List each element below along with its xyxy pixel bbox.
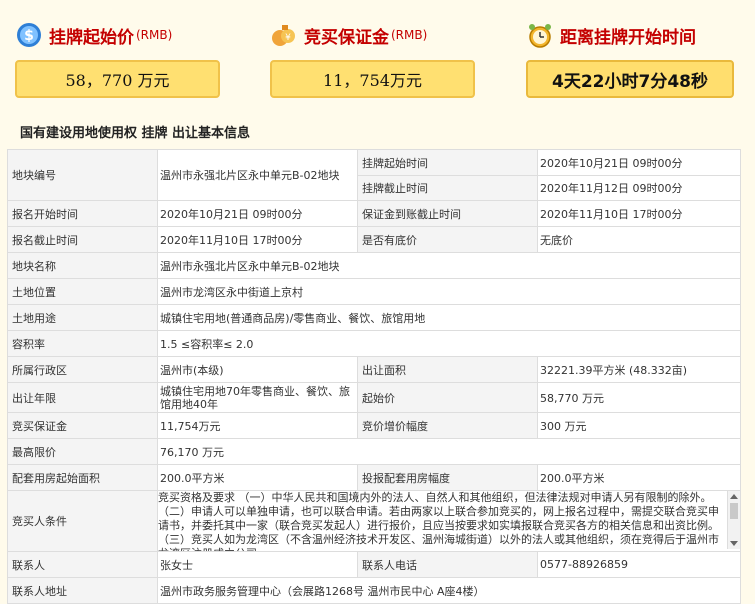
district-label: 所属行政区 — [7, 356, 158, 383]
table-row: 报名开始时间 2020年10月21日 09时00分 保证金到账截止时间 2020… — [7, 200, 741, 227]
max-price-label: 最高限价 — [7, 438, 158, 465]
signup-start-label: 报名开始时间 — [7, 200, 158, 227]
parcel-name-label: 地块名称 — [7, 252, 158, 279]
signup-start-value: 2020年10月21日 09时00分 — [157, 200, 358, 227]
table-row: 出让年限 城镇住宅用地70年零售商业、餐饮、旅馆用地40年 起始价 58,770… — [7, 382, 741, 413]
start-price-title: $ 挂牌起始价 (RMB) — [15, 20, 172, 50]
district-value: 温州市(本级) — [157, 356, 358, 383]
housing-area-label: 配套用房起始面积 — [7, 464, 158, 491]
table-row: 所属行政区 温州市(本级) 出让面积 32221.39平方米 (48.332亩) — [7, 356, 741, 383]
term-label: 出让年限 — [7, 382, 158, 413]
countdown-title: 距离挂牌开始时间 — [526, 20, 696, 50]
countdown-value: 4天22小时7分48秒 — [552, 71, 708, 92]
deposit-label: 竞买保证金 — [304, 27, 389, 48]
table-row: 最高限价 76,170 万元 — [7, 438, 741, 465]
signup-end-label: 报名截止时间 — [7, 226, 158, 253]
reserve-price-value: 无底价 — [537, 226, 741, 253]
bidder-conditions-text: 竞买资格及要求 （一）中华人民共和国境内外的法人、自然人和其他组织，但法律法规对… — [158, 491, 719, 551]
table-row: 竞买保证金 11,754万元 竞价增价幅度 300 万元 — [7, 412, 741, 439]
deposit-panel: ¥ 竞买保证金 (RMB) 11，754万元 — [270, 0, 475, 112]
location-label: 土地位置 — [7, 278, 158, 305]
countdown-panel: 距离挂牌开始时间 4天22小时7分48秒 — [526, 0, 734, 112]
bid-deposit-label: 竞买保证金 — [7, 412, 158, 439]
bidder-conditions-cell: 竞买资格及要求 （一）中华人民共和国境内外的法人、自然人和其他组织，但法律法规对… — [157, 490, 741, 552]
plot-ratio-value: 1.5 ≤容积率≤ 2.0 — [157, 330, 741, 357]
land-use-label: 土地用途 — [7, 304, 158, 331]
signup-end-value: 2020年11月10日 17时00分 — [157, 226, 358, 253]
alarm-clock-icon — [526, 21, 554, 49]
deposit-value-box: 11，754万元 — [270, 60, 475, 98]
countdown-label: 距离挂牌开始时间 — [560, 27, 696, 48]
parcel-id-label: 地块编号 — [7, 149, 158, 201]
contact-value: 张女士 — [157, 551, 358, 578]
table-row: 地块编号 温州市永强北片区永中单元B-02地块 挂牌起始时间 2020年10月2… — [7, 149, 741, 201]
deposit-value: 11，754万元 — [323, 71, 422, 90]
deposit-deadline-label: 保证金到账截止时间 — [357, 200, 538, 227]
start-price-label: 挂牌起始价 — [49, 27, 134, 48]
bid-increment-value: 300 万元 — [537, 412, 741, 439]
housing-area-value: 200.0平方米 — [157, 464, 358, 491]
start-price-unit: (RMB) — [136, 28, 173, 42]
deposit-title: ¥ 竞买保证金 (RMB) — [270, 20, 427, 50]
term-value: 城镇住宅用地70年零售商业、餐饮、旅馆用地40年 — [157, 382, 358, 413]
deposit-deadline-value: 2020年11月10日 17时00分 — [537, 200, 741, 227]
listing-start-label: 挂牌起始时间 — [357, 149, 538, 176]
area-label: 出让面积 — [357, 356, 538, 383]
listing-end-value: 2020年11月12日 09时00分 — [537, 175, 741, 201]
plot-ratio-label: 容积率 — [7, 330, 158, 357]
bid-increment-label: 竞价增价幅度 — [357, 412, 538, 439]
land-use-value: 城镇住宅用地(普通商品房)/零售商业、餐饮、旅馆用地 — [157, 304, 741, 331]
scroll-down-arrow-icon[interactable] — [730, 541, 738, 546]
svg-text:$: $ — [24, 28, 34, 44]
starting-price-label: 起始价 — [357, 382, 538, 413]
table-row: 配套用房起始面积 200.0平方米 投报配套用房幅度 200.0平方米 — [7, 464, 741, 491]
starting-price-value: 58,770 万元 — [537, 382, 741, 413]
max-price-value: 76,170 万元 — [157, 438, 741, 465]
contact-address-value: 温州市政务服务管理中心（会展路1268号 温州市民中心 A座4楼） — [157, 577, 741, 604]
bidder-conditions-textarea[interactable]: 竞买资格及要求 （一）中华人民共和国境内外的法人、自然人和其他组织，但法律法规对… — [158, 491, 740, 551]
contact-phone-label: 联系人电话 — [357, 551, 538, 578]
contact-phone-value: 0577-88926859 — [537, 551, 741, 578]
table-row: 联系人地址 温州市政务服务管理中心（会展路1268号 温州市民中心 A座4楼） — [7, 577, 741, 604]
table-row: 容积率 1.5 ≤容积率≤ 2.0 — [7, 330, 741, 357]
land-info-table: 地块编号 温州市永强北片区永中单元B-02地块 挂牌起始时间 2020年10月2… — [7, 149, 741, 604]
start-price-value-box: 58，770 万元 — [15, 60, 220, 98]
scrollbar-thumb[interactable] — [730, 503, 738, 519]
area-value: 32221.39平方米 (48.332亩) — [537, 356, 741, 383]
textarea-scrollbar[interactable] — [727, 491, 740, 549]
bid-deposit-value: 11,754万元 — [157, 412, 358, 439]
start-price-panel: $ 挂牌起始价 (RMB) 58，770 万元 — [15, 0, 220, 112]
table-row: 地块名称 温州市永强北片区永中单元B-02地块 — [7, 252, 741, 279]
parcel-id-value: 温州市永强北片区永中单元B-02地块 — [157, 149, 358, 201]
table-row: 土地位置 温州市龙湾区永中街道上京村 — [7, 278, 741, 305]
contact-label: 联系人 — [7, 551, 158, 578]
countdown-value-box: 4天22小时7分48秒 — [526, 60, 734, 98]
money-bag-icon: ¥ — [270, 21, 298, 49]
bidder-conditions-label: 竞买人条件 — [7, 490, 158, 552]
parcel-name-value: 温州市永强北片区永中单元B-02地块 — [157, 252, 741, 279]
table-row: 报名截止时间 2020年11月10日 17时00分 是否有底价 无底价 — [7, 226, 741, 253]
table-row: 土地用途 城镇住宅用地(普通商品房)/零售商业、餐饮、旅馆用地 — [7, 304, 741, 331]
scroll-up-arrow-icon[interactable] — [730, 494, 738, 499]
location-value: 温州市龙湾区永中街道上京村 — [157, 278, 741, 305]
header: $ 挂牌起始价 (RMB) 58，770 万元 ¥ 竞买保证金 (RMB) 11… — [0, 0, 755, 112]
table-row: 联系人 张女士 联系人电话 0577-88926859 — [7, 551, 741, 578]
deposit-unit: (RMB) — [391, 28, 428, 42]
housing-increment-value: 200.0平方米 — [537, 464, 741, 491]
table-row: 竞买人条件 竞买资格及要求 （一）中华人民共和国境内外的法人、自然人和其他组织，… — [7, 490, 741, 552]
listing-end-label: 挂牌截止时间 — [357, 175, 538, 201]
reserve-price-label: 是否有底价 — [357, 226, 538, 253]
start-price-value: 58，770 万元 — [65, 71, 170, 90]
contact-address-label: 联系人地址 — [7, 577, 158, 604]
housing-increment-label: 投报配套用房幅度 — [357, 464, 538, 491]
dollar-circle-icon: $ — [15, 21, 43, 49]
section-title: 国有建设用地使用权 挂牌 出让基本信息 — [20, 126, 251, 141]
svg-text:¥: ¥ — [285, 33, 291, 43]
listing-start-value: 2020年10月21日 09时00分 — [537, 149, 741, 176]
